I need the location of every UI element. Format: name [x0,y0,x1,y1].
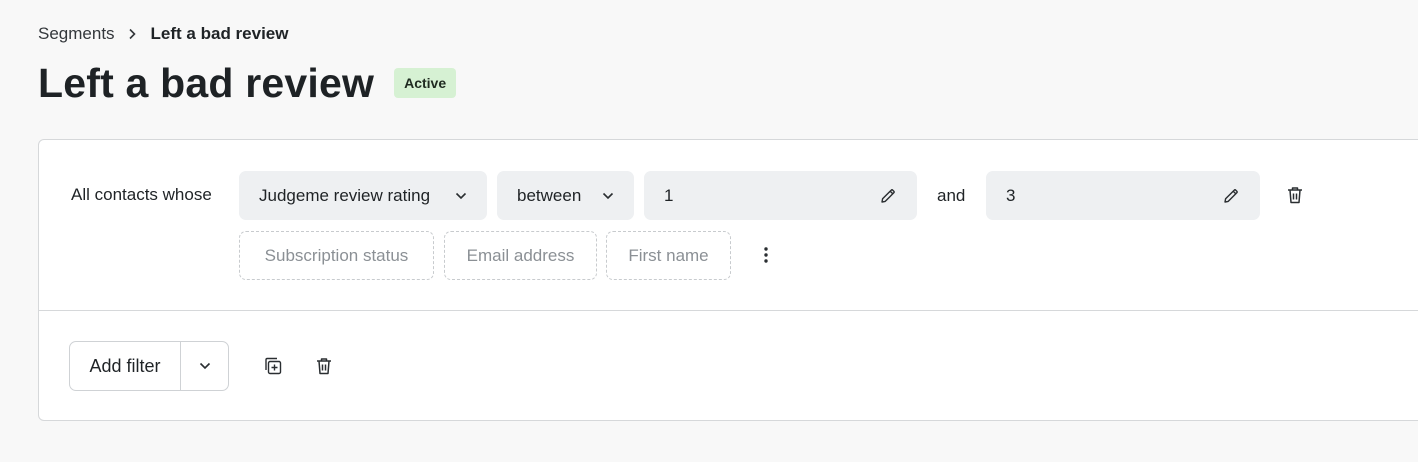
breadcrumb: Segments Left a bad review [38,22,288,46]
page-title: Left a bad review [38,59,375,106]
suggestion-first-name[interactable]: First name [606,231,731,280]
breadcrumb-segments-link[interactable]: Segments [38,24,115,44]
segment-conditions-card: All contacts whose Judgeme review rating… [38,139,1418,421]
chevron-down-icon [455,192,467,200]
chevron-down-icon [199,357,211,375]
condition-value-from: 1 [664,185,674,205]
card-divider [39,310,1418,311]
add-filter-dropdown-button[interactable] [180,342,228,390]
condition-prefix-label: All contacts whose [71,185,212,204]
suggestion-subscription-status[interactable]: Subscription status [239,231,434,280]
condition-conjunction: and [937,185,966,205]
breadcrumb-current: Left a bad review [150,24,289,43]
add-filter-split-button: Add filter [69,341,229,391]
condition-field-dropdown[interactable]: Judgeme review rating [239,171,487,220]
condition-value-to-input[interactable]: 3 [986,171,1260,220]
condition-operator-dropdown[interactable]: between [497,171,634,220]
condition-operator-value: between [517,185,582,205]
trash-icon[interactable] [1283,183,1307,207]
title-row: Left a bad review Active [38,58,457,108]
pencil-icon[interactable] [1222,187,1240,205]
duplicate-plus-icon[interactable] [261,354,285,378]
chevron-right-icon [127,28,137,40]
condition-value-to: 3 [1006,185,1016,205]
chevron-down-icon [602,192,614,200]
condition-value-from-input[interactable]: 1 [644,171,917,220]
add-filter-button[interactable]: Add filter [70,342,180,390]
pencil-icon[interactable] [879,187,897,205]
trash-icon[interactable] [312,354,336,378]
suggestion-email-address[interactable]: Email address [444,231,597,280]
condition-field-value: Judgeme review rating [259,185,431,205]
status-badge: Active [394,68,457,98]
more-vertical-icon[interactable] [755,243,777,267]
